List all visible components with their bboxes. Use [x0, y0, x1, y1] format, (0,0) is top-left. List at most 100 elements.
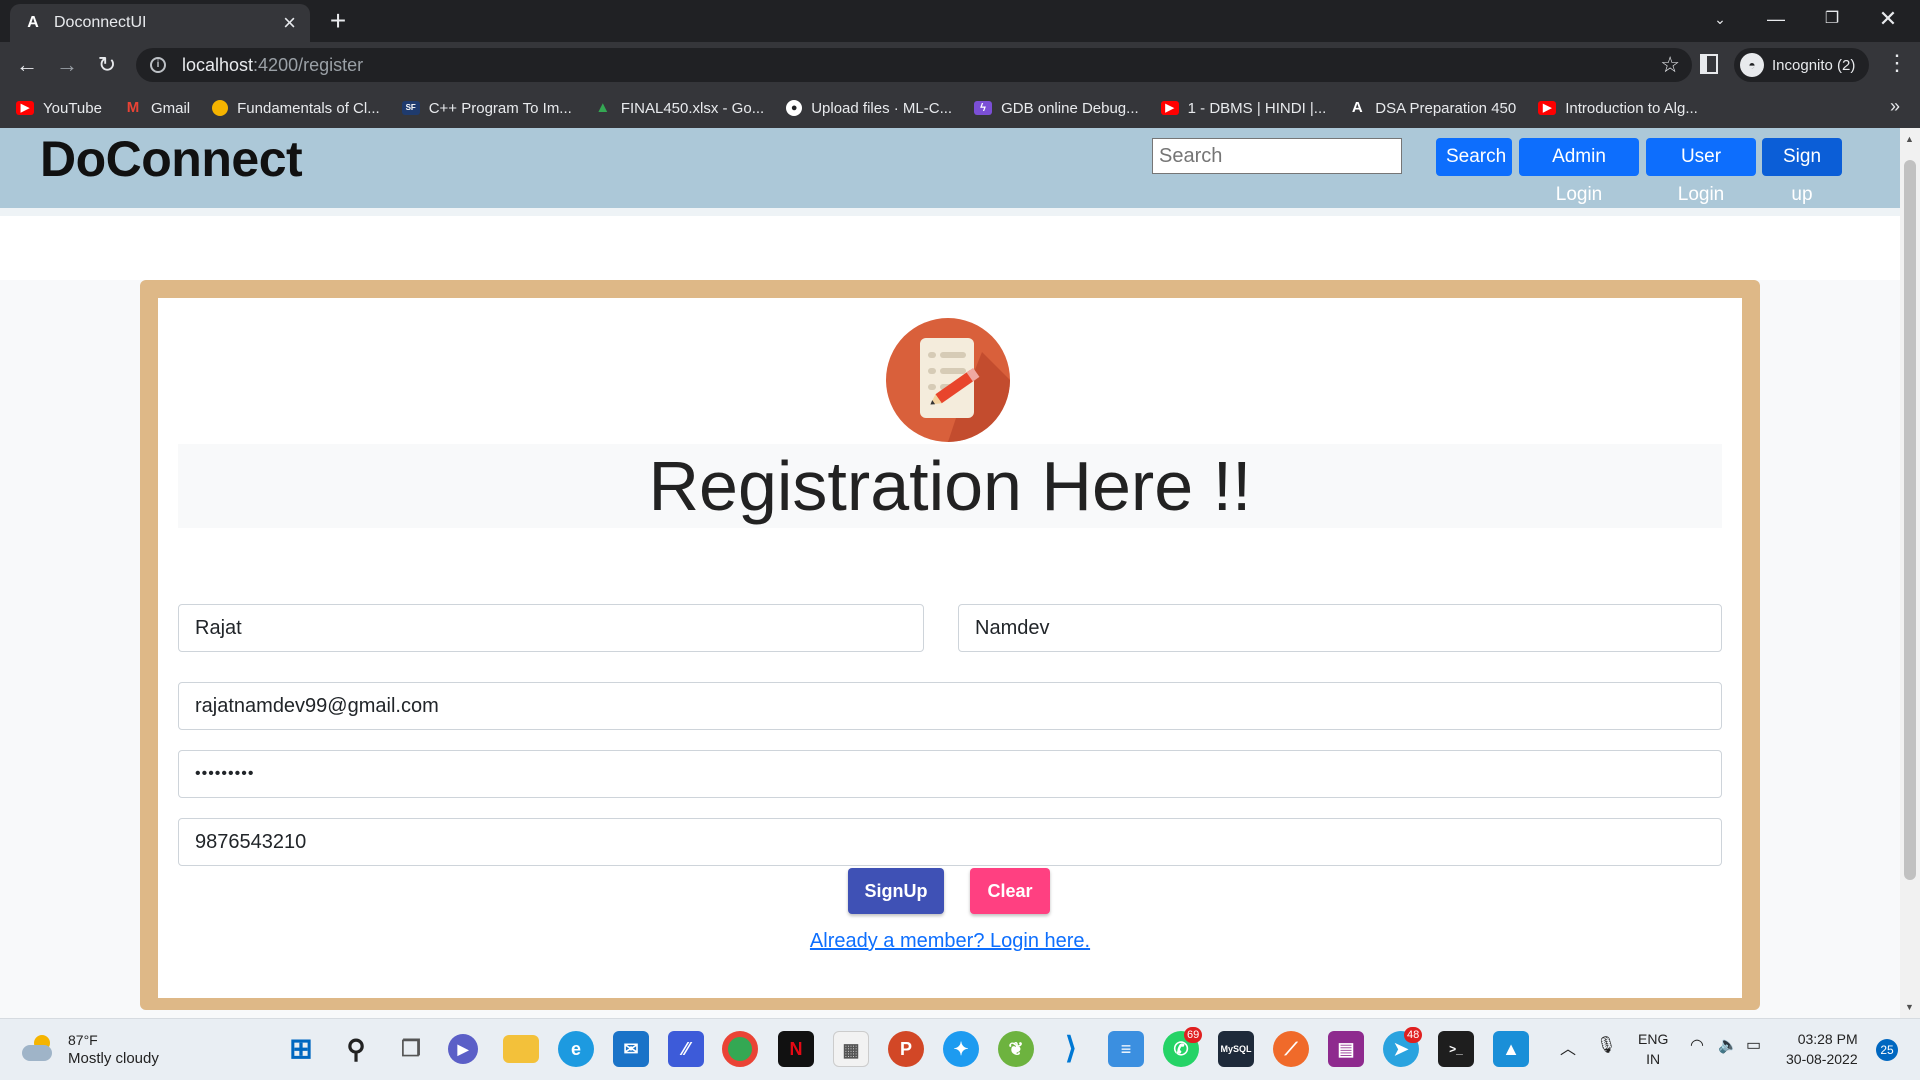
- signup-submit-button[interactable]: SignUp: [848, 868, 944, 914]
- power-automate-icon[interactable]: ⁄⁄: [668, 1031, 704, 1067]
- scrollbar-thumb[interactable]: [1904, 160, 1916, 880]
- email-field[interactable]: rajatnamdev99@gmail.com: [178, 682, 1722, 730]
- tab-title: DoconnectUI: [54, 14, 147, 31]
- postman-icon[interactable]: ⟋: [1273, 1031, 1309, 1067]
- bookmark-item[interactable]: Fundamentals of Cl...: [212, 100, 380, 117]
- youtube-icon: ▶: [1160, 101, 1179, 115]
- notepad-icon[interactable]: ≡: [1108, 1031, 1144, 1067]
- bookmark-item[interactable]: ϟ GDB online Debug...: [974, 100, 1139, 117]
- user-login-button[interactable]: User Login: [1646, 138, 1756, 205]
- task-view-icon[interactable]: ❐: [393, 1031, 429, 1067]
- angular-icon: A: [1351, 99, 1363, 116]
- admin-login-button[interactable]: Admin Login: [1519, 138, 1639, 205]
- page-viewport: DoConnect Search Admin Login User Login …: [0, 128, 1900, 1018]
- bookmark-item[interactable]: ▲ FINAL450.xlsx - Go...: [594, 100, 764, 117]
- bookmark-item[interactable]: A DSA Preparation 450: [1348, 100, 1516, 117]
- close-tab-icon[interactable]: ×: [283, 12, 296, 34]
- registration-card: Registration Here !! Rajat Namdev rajatn…: [158, 298, 1742, 998]
- show-hidden-icons-icon[interactable]: ︿: [1560, 1035, 1576, 1059]
- password-field[interactable]: •••••••••: [178, 750, 1722, 798]
- input-language[interactable]: ENG IN: [1638, 1029, 1668, 1069]
- spring-icon[interactable]: ❦: [998, 1031, 1034, 1067]
- search-icon[interactable]: ⚲: [338, 1031, 374, 1067]
- search-button[interactable]: Search: [1436, 138, 1512, 176]
- heading-band: Registration Here !!: [178, 444, 1722, 528]
- bookmarks-bar: ▶ YouTube M Gmail Fundamentals of Cl... SF…: [0, 88, 1920, 128]
- forward-icon[interactable]: →: [52, 50, 82, 80]
- phone-field[interactable]: 9876543210: [178, 818, 1722, 866]
- bookmark-item[interactable]: ▶ YouTube: [16, 100, 102, 117]
- vscode-icon[interactable]: ⟩: [1053, 1031, 1089, 1067]
- menu-kebab-icon[interactable]: ⋮: [1886, 50, 1908, 76]
- side-panel-icon[interactable]: [1700, 54, 1718, 74]
- spacer-band: [0, 216, 1900, 280]
- bookmark-star-icon[interactable]: ☆: [1660, 52, 1680, 78]
- bookmark-item[interactable]: ● Upload files · ML-C...: [786, 100, 952, 117]
- microphone-icon[interactable]: 🎙: [1596, 1035, 1616, 1055]
- tab-search-icon[interactable]: ⌄: [1692, 0, 1748, 38]
- brand-logo-text[interactable]: DoConnect: [40, 130, 303, 188]
- close-window-button[interactable]: ✕: [1860, 0, 1916, 38]
- terminal-icon[interactable]: >_: [1438, 1031, 1474, 1067]
- registration-card-frame: Registration Here !! Rajat Namdev rajatn…: [140, 280, 1760, 1010]
- wifi-icon[interactable]: ◠: [1690, 1035, 1704, 1055]
- chat-icon[interactable]: ▶: [448, 1034, 478, 1064]
- store-icon[interactable]: ▦: [833, 1031, 869, 1067]
- scroll-down-icon[interactable]: ▼: [1905, 1002, 1914, 1012]
- file-explorer-icon[interactable]: [503, 1035, 539, 1063]
- address-bar[interactable]: i localhost:4200/register ☆: [136, 48, 1692, 82]
- drive-icon: ▲: [595, 99, 611, 116]
- first-name-field[interactable]: Rajat: [178, 604, 924, 652]
- search-input[interactable]: [1152, 138, 1402, 174]
- last-name-field[interactable]: Namdev: [958, 604, 1722, 652]
- scroll-up-icon[interactable]: ▲: [1905, 134, 1914, 144]
- registration-form-icon: [886, 318, 1010, 442]
- bolt-icon: ϟ: [974, 101, 993, 115]
- reload-icon[interactable]: ↻: [92, 50, 122, 80]
- youtube-icon: ▶: [1538, 101, 1557, 115]
- bookmark-item[interactable]: ▶ Introduction to Alg...: [1538, 100, 1698, 117]
- edge-icon[interactable]: e: [558, 1031, 594, 1067]
- more-bookmarks-icon[interactable]: »: [1890, 96, 1900, 117]
- url-path: :4200/register: [253, 54, 364, 75]
- chrome-icon[interactable]: [722, 1031, 758, 1067]
- windows-taskbar: 87°F Mostly cloudy ⊞ ⚲ ❐ ▶ e ✉ ⁄⁄ N ▦ P …: [0, 1018, 1920, 1080]
- partly-cloudy-icon: [22, 1035, 54, 1061]
- login-link-text[interactable]: Already a member? Login here.: [810, 930, 1090, 952]
- app-navbar: DoConnect Search Admin Login User Login …: [0, 128, 1900, 208]
- restore-button[interactable]: ❐: [1804, 0, 1860, 38]
- back-icon[interactable]: ←: [12, 50, 42, 80]
- sign-up-button[interactable]: Sign up: [1762, 138, 1842, 205]
- winrar-icon[interactable]: ▤: [1328, 1031, 1364, 1067]
- bookmark-item[interactable]: ▶ 1 - DBMS | HINDI |...: [1160, 100, 1326, 117]
- site-info-icon[interactable]: i: [150, 57, 166, 73]
- browser-toolbar: ← → ↻ i localhost:4200/register ☆ ◓ Inco…: [0, 42, 1920, 88]
- mysql-icon[interactable]: MySQL: [1218, 1031, 1254, 1067]
- battery-icon[interactable]: ▭: [1746, 1035, 1761, 1055]
- photos-icon[interactable]: ▲: [1493, 1031, 1529, 1067]
- twitter-icon[interactable]: ✦: [943, 1031, 979, 1067]
- netflix-icon[interactable]: N: [778, 1031, 814, 1067]
- page-title: Registration Here !!: [648, 447, 1252, 525]
- clear-button[interactable]: Clear: [970, 868, 1050, 914]
- new-tab-button[interactable]: +: [324, 7, 352, 36]
- page-scrollbar[interactable]: ▲ ▼: [1900, 128, 1920, 1018]
- powerpoint-icon[interactable]: P: [888, 1031, 924, 1067]
- angular-favicon-icon: A: [27, 14, 39, 31]
- bookmark-item[interactable]: M Gmail: [124, 100, 190, 117]
- incognito-profile-button[interactable]: ◓ Incognito (2): [1734, 48, 1870, 82]
- github-icon: ●: [786, 100, 803, 116]
- youtube-icon: ▶: [16, 101, 34, 115]
- minimize-button[interactable]: —: [1748, 0, 1804, 38]
- volume-icon[interactable]: 🔈: [1718, 1035, 1738, 1055]
- browser-tab[interactable]: A DoconnectUI ×: [10, 4, 310, 42]
- incognito-label: Incognito (2): [1772, 56, 1856, 74]
- mail-icon[interactable]: ✉: [613, 1031, 649, 1067]
- gfg-icon: SF: [401, 101, 420, 115]
- bookmark-item[interactable]: SF C++ Program To Im...: [401, 100, 572, 117]
- clock[interactable]: 03:28 PM 30-08-2022: [1786, 1029, 1858, 1069]
- weather-widget[interactable]: 87°F Mostly cloudy: [22, 1031, 159, 1069]
- notification-count-badge[interactable]: 25: [1876, 1039, 1898, 1061]
- windows-start-icon[interactable]: ⊞: [283, 1031, 319, 1067]
- coin-icon: [212, 100, 229, 116]
